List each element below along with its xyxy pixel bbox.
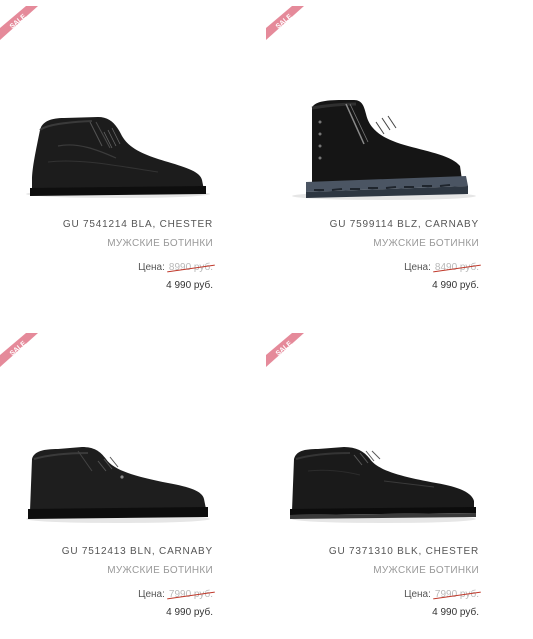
product-name[interactable]: GU 7599114 BLZ, CARNABY <box>330 219 479 230</box>
product-category: МУЖСКИЕ БОТИНКИ <box>373 238 479 249</box>
sale-badge: SALE <box>266 6 304 40</box>
product-name[interactable]: GU 7512413 BLN, CARNABY <box>62 546 213 557</box>
sale-badge: SALE <box>0 6 38 40</box>
old-price: 8490 руб. <box>434 262 479 273</box>
product-card[interactable]: SALE GU 7541214 BLA, CHESTER МУЖСКИЕ БОТ… <box>0 0 266 312</box>
new-price: 4 990 руб. <box>166 607 213 618</box>
new-price: 4 990 руб. <box>432 280 479 291</box>
price-label: Цена: <box>404 589 431 600</box>
product-card[interactable]: SALE GU 7371310 BLK, CHESTER МУЖСКИЕ БОТ… <box>266 327 532 639</box>
boot-image[interactable] <box>18 88 218 208</box>
product-category: МУЖСКИЕ БОТИНКИ <box>373 565 479 576</box>
product-category: МУЖСКИЕ БОТИНКИ <box>107 565 213 576</box>
new-price: 4 990 руб. <box>432 607 479 618</box>
product-card[interactable]: SALE GU 7599114 BLZ, CARNABY МУЖСКИЕ БОТ… <box>266 0 532 312</box>
boot-image[interactable] <box>18 415 218 535</box>
product-card[interactable]: SALE GU 7512413 BLN, CARNABY МУЖСКИЕ БОТ… <box>0 327 266 639</box>
price-row: Цена: 8990 руб. <box>138 262 213 273</box>
boot-image[interactable] <box>284 415 484 535</box>
old-price: 8990 руб. <box>168 262 213 273</box>
price-label: Цена: <box>404 262 431 273</box>
new-price: 4 990 руб. <box>166 280 213 291</box>
product-name[interactable]: GU 7541214 BLA, CHESTER <box>63 219 213 230</box>
product-name[interactable]: GU 7371310 BLK, CHESTER <box>329 546 479 557</box>
sale-badge: SALE <box>0 333 38 367</box>
product-category: МУЖСКИЕ БОТИНКИ <box>107 238 213 249</box>
price-row: Цена: 7990 руб. <box>138 589 213 600</box>
product-grid: SALE GU 7541214 BLA, CHESTER МУЖСКИЕ БОТ… <box>0 0 533 624</box>
old-price: 7990 руб. <box>434 589 479 600</box>
price-label: Цена: <box>138 262 165 273</box>
price-label: Цена: <box>138 589 165 600</box>
boot-image[interactable] <box>284 88 484 208</box>
old-price: 7990 руб. <box>168 589 213 600</box>
price-row: Цена: 7990 руб. <box>404 589 479 600</box>
price-row: Цена: 8490 руб. <box>404 262 479 273</box>
sale-badge: SALE <box>266 333 304 367</box>
